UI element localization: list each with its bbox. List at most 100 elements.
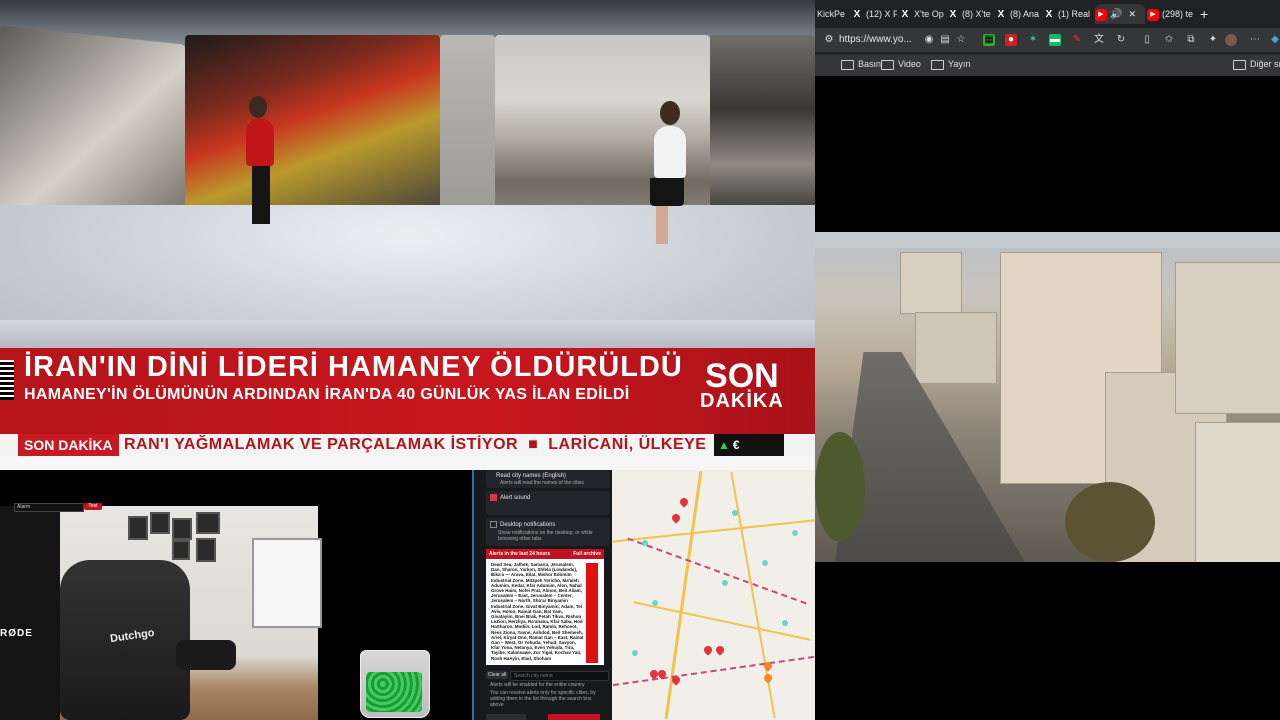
city-live-stream-video[interactable] [815,232,1280,562]
news-headline: İRAN'IN DİNİ LİDERİ HAMANEY ÖLDÜRÜLDÜ [24,351,683,383]
studio-floor-edge [0,320,815,350]
alert-locations: Dead Sea, Jafhek, Samaria, Jerusalem, Da… [491,562,584,661]
map-marker[interactable] [782,620,788,626]
option-desc: Show notifications on the desktop, or wh… [498,530,593,543]
badge-line2: DAKİKA [700,390,784,413]
full-archive-link[interactable]: Full archive [573,549,601,559]
extension-icon[interactable]: ▬ [1049,34,1061,46]
alert-pin-warning[interactable] [762,672,774,684]
option-title: Read city names (English) [496,473,567,479]
alert-pin[interactable] [670,512,682,524]
wall-photo [172,540,190,560]
tree [1065,482,1155,562]
collections-icon[interactable]: ⧉ [1185,34,1197,46]
wall-photo [128,516,148,540]
extension-icon[interactable]: ✎ [1071,34,1083,46]
favorites-icon[interactable]: ✩ [1163,34,1175,46]
wall-photo [196,512,220,534]
copilot-icon[interactable]: ◆ [1269,34,1280,46]
browser-tab[interactable]: KickPe [817,4,849,24]
folder-icon [881,59,894,70]
option-alert-sound[interactable]: Alert sound [486,491,610,515]
checkbox-unchecked[interactable] [490,521,497,528]
city-search-input[interactable]: Search city name [510,671,609,681]
map-marker[interactable] [642,540,648,546]
folder-icon [841,59,854,70]
currency-price: ▲€ 51,9149 [714,434,784,474]
video-wall-panel [185,35,440,220]
alert-sound-select[interactable]: Alarm [14,503,84,512]
more-menu-icon[interactable]: ⋯ [1249,34,1261,46]
tab-label: (12) X P [866,9,897,19]
option-title-row: Alert sound [486,491,610,502]
test-sound-button[interactable]: Test [84,503,102,510]
browser-tab-active[interactable]: ▶ 🔊 ✕ [1095,4,1145,24]
whiteboard [252,538,322,628]
map-road [664,471,703,719]
browser-tab[interactable]: X X'te Op [899,4,945,24]
extension-icon[interactable]: ◉ [923,34,935,46]
bookmark-folder[interactable]: Video [881,58,921,70]
bookmark-folder[interactable]: Yayın [931,58,970,70]
qr-code-icon [0,360,14,400]
extension-icon[interactable]: ▦ [983,34,995,46]
translate-icon[interactable]: 文 [1093,34,1105,46]
map-marker[interactable] [762,560,768,566]
browser-tab[interactable]: X (12) X P [851,4,897,24]
star-icon[interactable]: ☆ [955,34,967,46]
tab-close-icon[interactable]: ✕ [1128,9,1136,19]
microphone-brand: RØDE [0,628,33,639]
tab-strip: KickPe X (12) X P X X'te Op X (8) X'te X (8)… [815,2,1280,26]
x-icon: X [853,8,861,20]
extensions-icon[interactable]: ✦ [1207,34,1219,46]
option-read-city-names[interactable]: Read city names (English) Alerts will re… [486,470,610,488]
footer-button[interactable] [548,714,600,720]
tab-label: (298) te [1162,9,1194,19]
avatar[interactable] [1225,34,1237,46]
curtain [0,506,60,720]
ticker-label: SON DAKİKA [18,434,119,456]
clear-all-button[interactable]: Clear all [486,671,508,679]
map-border [612,655,815,687]
map-marker[interactable] [792,530,798,536]
browser-tab[interactable]: X (8) Ana [995,4,1041,24]
refresh-icon[interactable]: ↻ [1115,34,1127,46]
map-marker[interactable] [732,510,738,516]
alert-pin[interactable] [714,644,726,656]
tab-label: (8) X'te [962,9,991,19]
checkbox-checked[interactable] [490,494,497,501]
bookmark-label: Basın [858,59,882,69]
extension-icon[interactable]: ● [1005,34,1017,46]
video-wall-panel [440,35,495,220]
chair-armrest [176,640,236,670]
map-marker[interactable] [652,600,658,606]
bookmark-folder[interactable]: Basın [841,58,881,70]
map-road [612,519,815,543]
extension-icon[interactable]: ✶ [1027,34,1039,46]
other-bookmarks[interactable]: Diğer sık [1233,58,1280,70]
site-info-icon[interactable]: ⚙ [823,34,835,46]
tab-label: X'te Op [914,9,944,19]
tab-label: (1) Real [1058,9,1091,19]
map-marker[interactable] [632,650,638,656]
browser-tab[interactable]: X (8) X'te [947,4,993,24]
footer-button[interactable] [486,714,526,720]
alerts-map[interactable] [612,470,815,720]
browser-tab[interactable]: ▶ (298) te [1147,4,1195,24]
browser-tab[interactable]: X (1) Real [1043,4,1091,24]
reader-icon[interactable]: ▤ [939,34,951,46]
building [900,252,962,314]
new-tab-button[interactable]: + [1200,4,1208,24]
section-title: Alerts in the last 24 hours [489,551,551,557]
badge-line1: SON [705,357,779,395]
map-marker[interactable] [722,580,728,586]
alert-pin[interactable] [702,644,714,656]
alert-pin[interactable] [678,496,690,508]
alerts-last-24h-list[interactable]: Dead Sea, Jafhek, Samaria, Jerusalem, Da… [486,559,604,665]
building [1195,422,1280,562]
audio-icon[interactable]: 🔊 [1110,9,1122,20]
option-desktop-notifications[interactable]: Desktop notifications Show notifications… [486,518,610,546]
alerts-last-24h-header: Alerts in the last 24 hours Full archive [486,549,604,559]
list-scrollbar[interactable] [586,563,598,663]
split-screen-icon[interactable]: ▯ [1141,34,1153,46]
